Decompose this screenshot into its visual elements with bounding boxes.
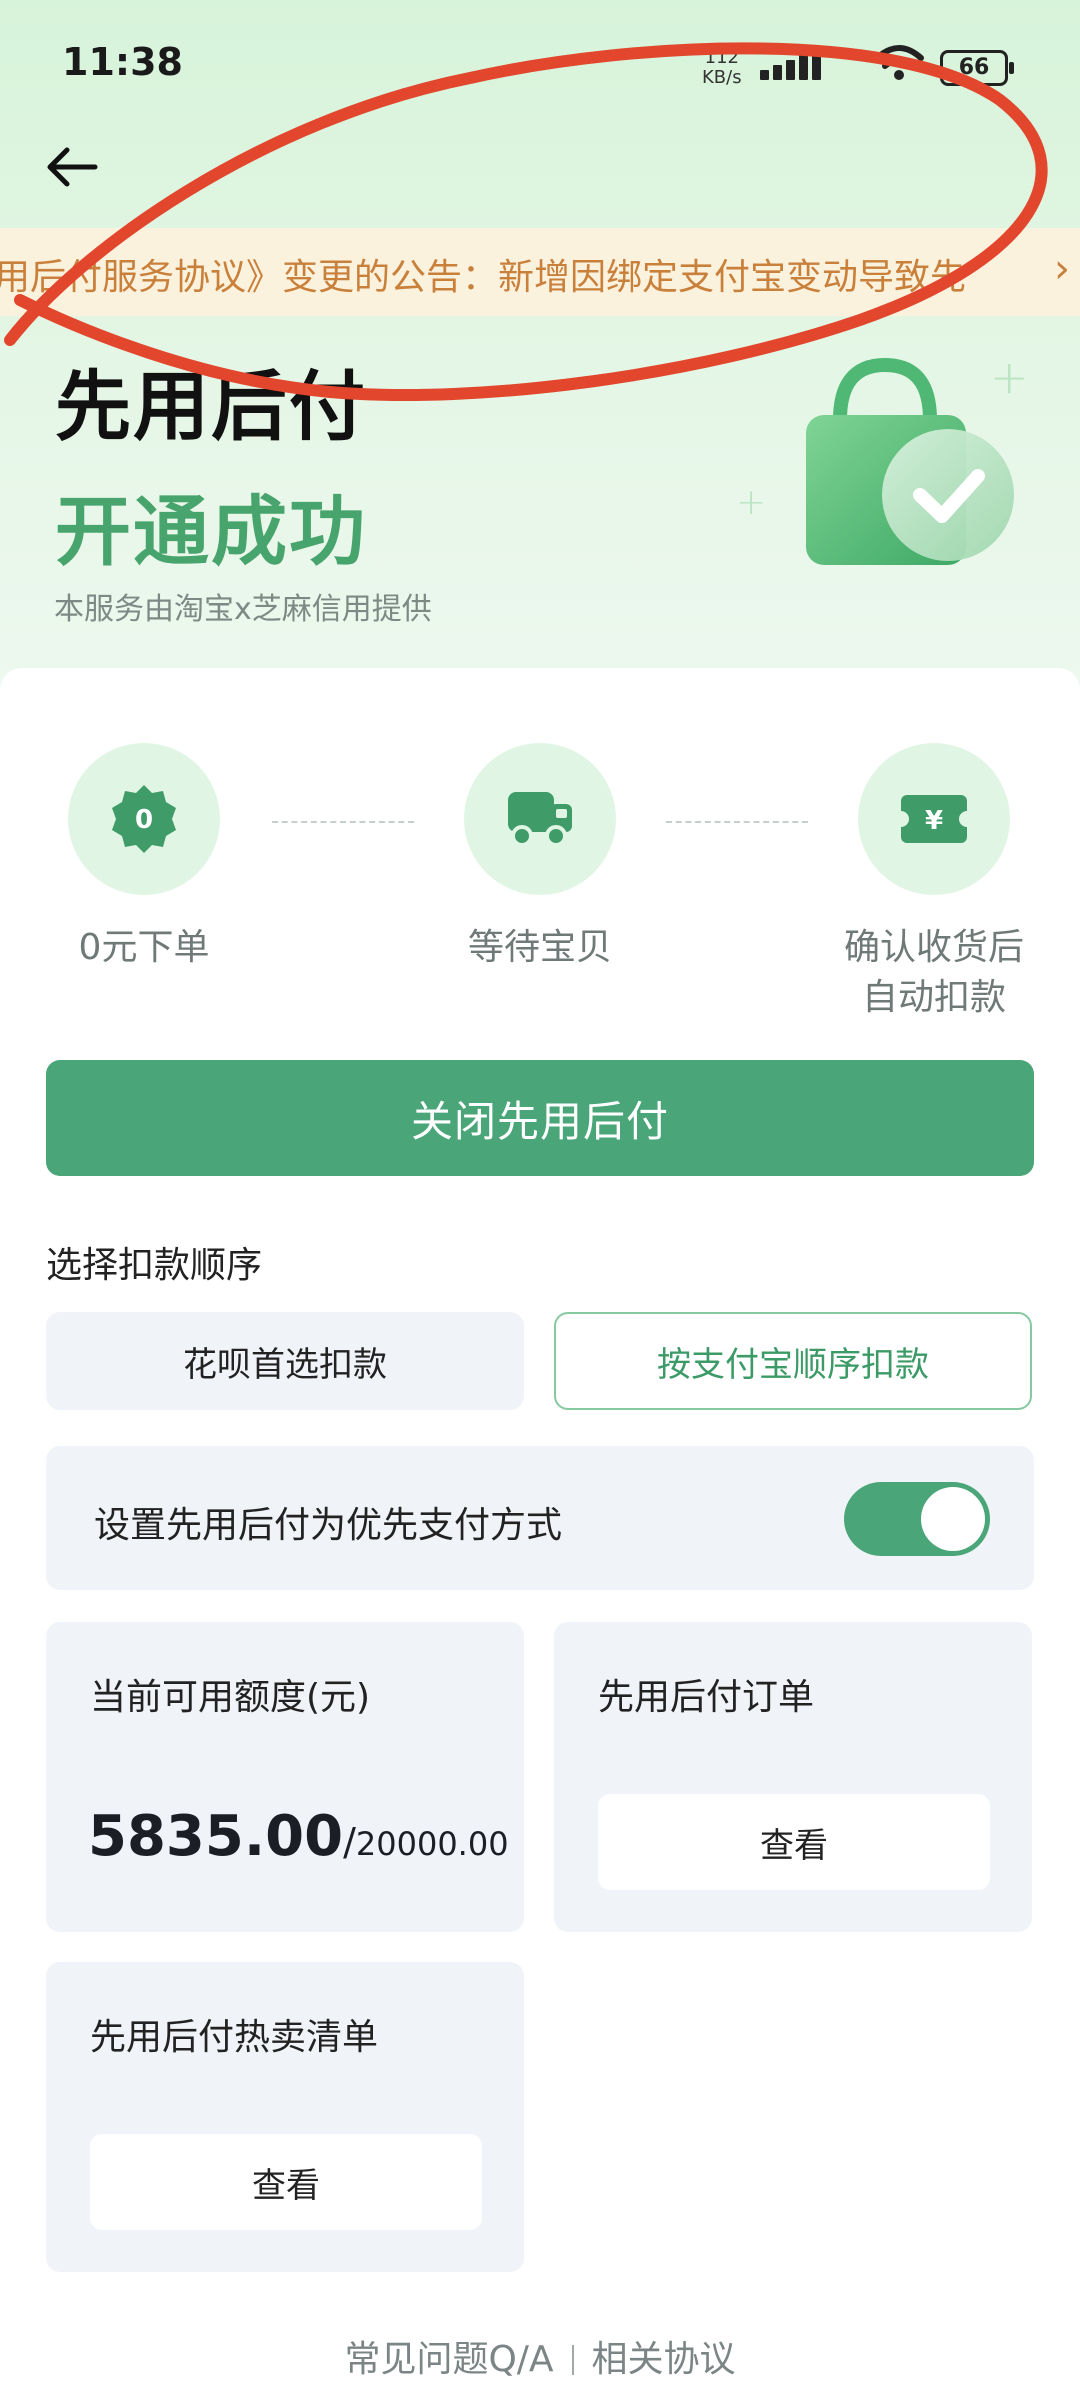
svg-text:¥: ¥ xyxy=(925,806,943,836)
notice-banner[interactable]: 用后付服务协议》变更的公告：新增因绑定支付宝变动导致先 › xyxy=(0,228,1080,316)
hot-list-title: 先用后付热卖清单 xyxy=(90,2017,379,2058)
credit-total: 20000.00 xyxy=(355,1825,509,1863)
arrow-left-icon xyxy=(47,147,98,187)
zero-badge-text: 0 xyxy=(135,805,153,835)
credit-slash: / xyxy=(343,1820,356,1864)
status-time: 11:38 xyxy=(62,40,183,84)
preferred-payment-toggle[interactable] xyxy=(844,1482,990,1556)
chevron-right-icon: › xyxy=(1054,246,1070,292)
credit-limit-card: 当前可用额度(元) 5835.00/20000.00 xyxy=(46,1622,524,1932)
step-label-zero-order: 0元下单 xyxy=(78,927,210,968)
signal-icon xyxy=(760,50,830,80)
footer-separator xyxy=(571,2345,574,2375)
step-auto-deduct: ¥ xyxy=(858,743,1010,895)
credit-amount: 5835.00/20000.00 xyxy=(88,1804,509,1869)
network-speed-value: 112 xyxy=(704,47,739,68)
steps-row: 0 ¥ 0元下单 等待宝贝 确认收货后 自动扣款 xyxy=(0,668,1080,1048)
wifi-icon xyxy=(874,45,924,80)
main-card: 0 ¥ 0元下单 等待宝贝 确认收货后 自动扣款 关闭先用后付 选择扣款顺序 花… xyxy=(0,668,1080,2400)
credit-limit-title: 当前可用额度(元) xyxy=(90,1677,371,1718)
view-hot-list-button[interactable]: 查看 xyxy=(90,2134,482,2230)
truck-icon xyxy=(508,792,572,847)
step-label-line2: 自动扣款 xyxy=(861,977,1006,1018)
step-divider xyxy=(272,821,414,823)
back-button[interactable] xyxy=(40,135,104,199)
faq-link[interactable]: 常见问题Q/A xyxy=(344,2339,553,2380)
provider-text: 本服务由淘宝x芝麻信用提供 xyxy=(54,592,432,627)
credit-available: 5835.00 xyxy=(88,1804,344,1869)
battery-icon: 66 xyxy=(940,50,1014,86)
step-divider xyxy=(666,821,808,823)
sparkle-icon: + xyxy=(990,350,1029,404)
preferred-payment-label: 设置先用后付为优先支付方式 xyxy=(94,1505,563,1546)
orders-card: 先用后付订单 查看 xyxy=(554,1622,1032,1932)
notice-text: 用后付服务协议》变更的公告：新增因绑定支付宝变动导致先 xyxy=(0,257,967,298)
option-alipay-order[interactable]: 按支付宝顺序扣款 xyxy=(554,1312,1032,1410)
option-huabei-first[interactable]: 花呗首选扣款 xyxy=(46,1312,524,1410)
preferred-payment-row: 设置先用后付为优先支付方式 xyxy=(46,1446,1034,1590)
hot-list-card: 先用后付热卖清单 查看 xyxy=(46,1962,524,2272)
step-label-wait-goods: 等待宝贝 xyxy=(467,927,612,968)
deduction-order-title: 选择扣款顺序 xyxy=(46,1245,263,1286)
step-label-line1: 确认收货后 xyxy=(843,927,1024,968)
status-bar: 11:38 112 KB/s 66 xyxy=(0,0,1080,120)
network-speed-unit: KB/s xyxy=(702,67,742,88)
close-pay-later-button[interactable]: 关闭先用后付 xyxy=(46,1060,1034,1176)
yen-ticket-icon: ¥ xyxy=(901,795,967,843)
footer-links: 常见问题Q/A 相关协议 xyxy=(0,2330,1080,2382)
page-title: 先用后付 xyxy=(55,362,367,451)
view-orders-button[interactable]: 查看 xyxy=(598,1794,990,1890)
step-zero-order: 0 xyxy=(68,743,220,895)
network-speed: 112 KB/s xyxy=(702,48,742,88)
toggle-knob xyxy=(921,1487,985,1551)
zero-badge-icon: 0 xyxy=(112,785,176,853)
agreements-link[interactable]: 相关协议 xyxy=(592,2339,736,2380)
orders-title: 先用后付订单 xyxy=(598,1677,815,1718)
step-label-auto-deduct: 确认收货后 自动扣款 xyxy=(824,923,1044,1023)
sparkle-icon: + xyxy=(736,482,767,523)
success-title: 开通成功 xyxy=(55,487,367,576)
step-wait-goods xyxy=(464,743,616,895)
